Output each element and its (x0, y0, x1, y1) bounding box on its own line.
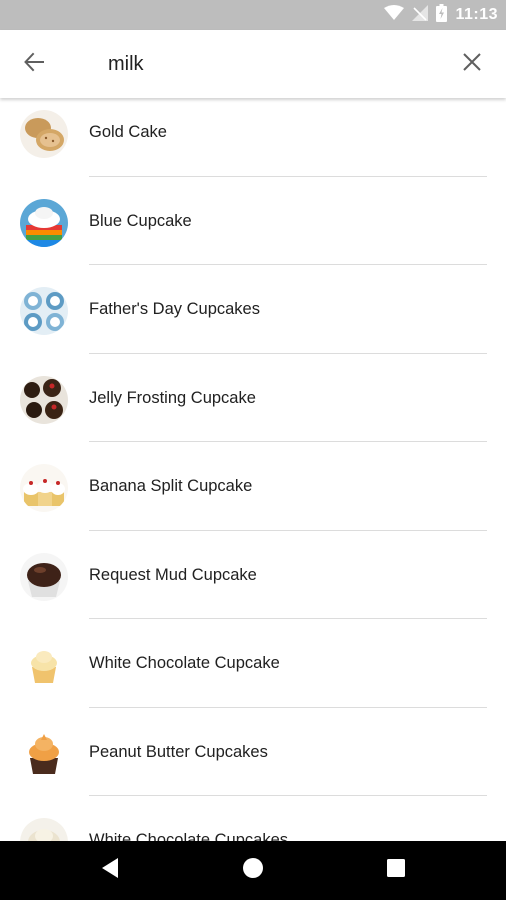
list-item[interactable]: White Chocolate Cupcakes (0, 796, 506, 841)
status-bar: 11:13 (0, 0, 506, 30)
back-button[interactable] (14, 44, 54, 84)
list-item-label: Banana Split Cupcake (89, 477, 253, 495)
results-list[interactable]: Gold Cake Blue Cupcake Father's Day Cupc… (0, 98, 506, 841)
clear-search-button[interactable] (452, 44, 492, 84)
list-item-label: Jelly Frosting Cupcake (89, 388, 256, 407)
list-item[interactable]: Peanut Butter Cupcakes (0, 708, 506, 796)
battery-icon (436, 3, 448, 27)
back-triangle-icon (100, 857, 120, 884)
list-item[interactable]: White Chocolate Cupcake (0, 619, 506, 708)
list-item-label: White Chocolate Cupcakes (89, 831, 289, 841)
blue-cupcake-thumbnail (20, 198, 68, 247)
request-mud-cupcake-thumbnail (20, 552, 68, 601)
status-time: 11:13 (455, 6, 498, 23)
home-circle-icon (242, 857, 264, 884)
list-item[interactable]: Jelly Frosting Cupcake (0, 354, 506, 442)
nav-back-button[interactable] (80, 841, 140, 900)
white-chocolate-cupcakes-thumbnail (20, 818, 68, 841)
nav-home-button[interactable] (223, 841, 283, 900)
list-item-label: Request Mud Cupcake (89, 565, 257, 584)
fathers-day-cupcakes-thumbnail (20, 287, 68, 335)
list-item-label: Peanut Butter Cupcakes (89, 742, 268, 761)
recents-square-icon (386, 858, 406, 883)
list-item[interactable]: Blue Cupcake (0, 177, 506, 265)
search-toolbar (0, 30, 506, 98)
list-item[interactable]: Request Mud Cupcake (0, 531, 506, 619)
status-icons: 11:13 (384, 0, 498, 30)
jelly-frosting-cupcake-thumbnail (20, 375, 68, 424)
peanut-butter-cupcakes-thumbnail (20, 729, 68, 778)
wifi-icon (384, 4, 405, 26)
list-item-label: Blue Cupcake (89, 211, 192, 230)
search-input[interactable] (108, 48, 438, 80)
list-item[interactable]: Father's Day Cupcakes (0, 265, 506, 354)
close-icon (462, 52, 482, 77)
navigation-bar (0, 841, 506, 900)
banana-split-cupcake-thumbnail (20, 464, 68, 512)
white-chocolate-cupcake-thumbnail (20, 641, 68, 689)
signal-off-icon (412, 4, 429, 26)
list-item[interactable]: Gold Cake (0, 98, 506, 177)
list-item[interactable]: Banana Split Cupcake (0, 442, 506, 531)
gold-cake-thumbnail (20, 110, 68, 158)
list-item-label: Father's Day Cupcakes (89, 300, 260, 318)
list-item-label: White Chocolate Cupcake (89, 654, 280, 672)
list-item-label: Gold Cake (89, 123, 167, 141)
nav-recents-button[interactable] (366, 841, 426, 900)
arrow-back-icon (23, 51, 45, 78)
